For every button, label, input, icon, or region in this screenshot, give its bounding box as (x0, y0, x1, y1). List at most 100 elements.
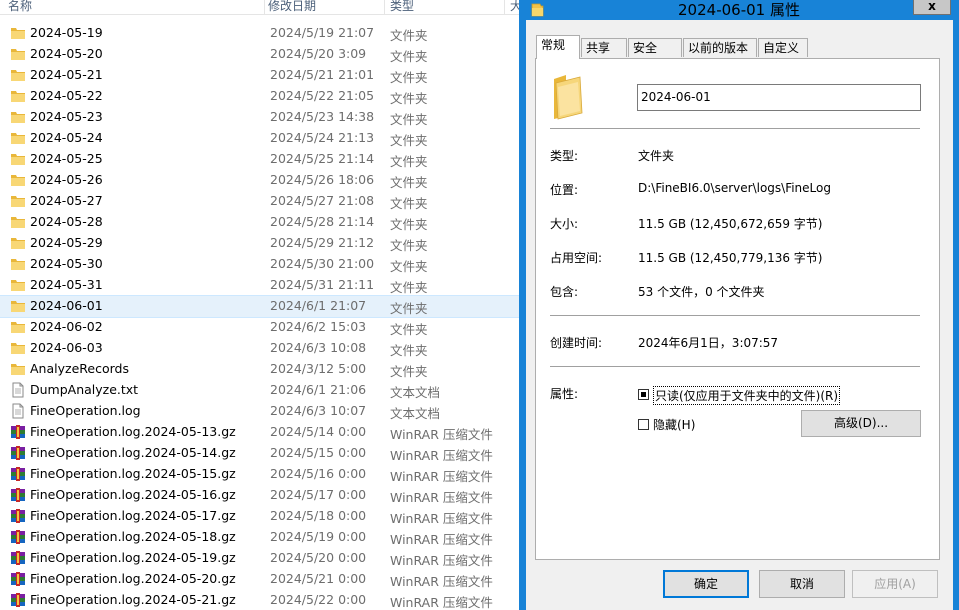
column-name-header[interactable]: 名称 (8, 0, 32, 14)
list-item[interactable]: FineOperation.log.2024-05-14.gz 2024/5/15… (0, 443, 520, 464)
file-type: 文本文档 (390, 385, 441, 400)
created-value: 2024年6月1日，3:07:57 (638, 336, 779, 350)
file-type: WinRAR 压缩文件 (390, 511, 493, 526)
list-item[interactable]: 2024-05-30 2024/5/30 21:00 文件夹 (0, 254, 520, 275)
list-item[interactable]: 2024-05-21 2024/5/21 21:01 文件夹 (0, 65, 520, 86)
list-item[interactable]: 2024-05-26 2024/5/26 18:06 文件夹 (0, 170, 520, 191)
hidden-checkbox[interactable] (638, 419, 649, 430)
file-list: 2024-05-19 2024/5/19 21:07 文件夹 2024-05-20 20… (0, 23, 520, 610)
column-divider[interactable] (504, 0, 505, 14)
column-date-header[interactable]: 修改日期 (268, 0, 316, 14)
list-item[interactable]: 2024-05-27 2024/5/27 21:08 文件夹 (0, 191, 520, 212)
list-item[interactable]: 2024-06-01 2024/6/1 21:07 文件夹 (0, 295, 520, 318)
readonly-checkbox-label[interactable]: 只读(仅应用于文件夹中的文件)(R) (653, 386, 841, 405)
folder-icon (10, 319, 26, 335)
file-type: 文件夹 (390, 133, 428, 148)
general-tab-panel: 2024-06-01 类型: 文件夹 位置: D:\FineBI6.0\serv… (535, 58, 940, 560)
folder-icon (554, 75, 583, 120)
list-item[interactable]: AnalyzeRecords 2024/3/12 5:00 文件夹 (0, 359, 520, 380)
file-date: 2024/6/3 10:08 (270, 340, 367, 355)
file-type: 文件夹 (390, 196, 428, 211)
file-name: 2024-06-01 (30, 298, 103, 313)
column-divider[interactable] (264, 0, 265, 14)
list-item[interactable]: 2024-05-22 2024/5/22 21:05 文件夹 (0, 86, 520, 107)
list-item[interactable]: 2024-05-25 2024/5/25 21:14 文件夹 (0, 149, 520, 170)
file-name: 2024-05-24 (30, 130, 103, 145)
file-type: WinRAR 压缩文件 (390, 574, 493, 589)
list-item[interactable]: 2024-05-28 2024/5/28 21:14 文件夹 (0, 212, 520, 233)
column-type-header[interactable]: 类型 (390, 0, 414, 14)
file-name: FineOperation.log.2024-05-16.gz (30, 487, 236, 502)
file-type: WinRAR 压缩文件 (390, 595, 493, 610)
readonly-checkbox[interactable] (638, 389, 649, 400)
attributes-label: 属性: (550, 387, 579, 401)
list-item[interactable]: FineOperation.log 2024/6/3 10:07 文本文档 (0, 401, 520, 422)
file-type: 文件夹 (390, 322, 428, 337)
file-name: 2024-05-31 (30, 277, 103, 292)
file-name: FineOperation.log.2024-05-14.gz (30, 445, 236, 460)
apply-button[interactable]: 应用(A) (852, 570, 938, 598)
file-date: 2024/5/25 21:14 (270, 151, 375, 166)
file-date: 2024/5/26 18:06 (270, 172, 375, 187)
tab-customize[interactable]: 自定义 (758, 38, 808, 57)
winrar-archive-icon (10, 508, 26, 524)
close-button[interactable]: x (913, 0, 951, 15)
list-item[interactable]: FineOperation.log.2024-05-18.gz 2024/5/19… (0, 527, 520, 548)
ok-button[interactable]: 确定 (663, 570, 749, 598)
file-type: WinRAR 压缩文件 (390, 427, 493, 442)
divider (550, 366, 920, 367)
list-item[interactable]: 2024-06-02 2024/6/2 15:03 文件夹 (0, 317, 520, 338)
file-date: 2024/5/21 21:01 (270, 67, 375, 82)
location-label: 位置: (550, 183, 579, 197)
cancel-button[interactable]: 取消 (759, 570, 845, 598)
tab-security[interactable]: 安全 (628, 38, 682, 57)
folder-icon (10, 172, 26, 188)
file-date: 2024/5/29 21:12 (270, 235, 375, 250)
file-type: 文本文档 (390, 406, 441, 421)
list-item[interactable]: FineOperation.log.2024-05-21.gz 2024/5/22… (0, 590, 520, 610)
file-type: 文件夹 (390, 49, 428, 64)
folder-icon (10, 193, 26, 209)
file-name: FineOperation.log.2024-05-20.gz (30, 571, 236, 586)
file-date: 2024/5/22 0:00 (270, 592, 367, 607)
file-type: WinRAR 压缩文件 (390, 469, 493, 484)
list-item[interactable]: 2024-05-19 2024/5/19 21:07 文件夹 (0, 23, 520, 44)
list-item[interactable]: FineOperation.log.2024-05-13.gz 2024/5/14… (0, 422, 520, 443)
location-value: D:\FineBI6.0\server\logs\FineLog (638, 181, 831, 195)
hidden-checkbox-label[interactable]: 隐藏(H) (653, 416, 695, 433)
tab-sharing[interactable]: 共享 (581, 38, 627, 57)
list-item[interactable]: DumpAnalyze.txt 2024/6/1 21:06 文本文档 (0, 380, 520, 401)
list-item[interactable]: FineOperation.log.2024-05-20.gz 2024/5/21… (0, 569, 520, 590)
file-name: FineOperation.log (30, 403, 141, 418)
file-name: 2024-05-20 (30, 46, 103, 61)
winrar-archive-icon (10, 529, 26, 545)
column-divider[interactable] (384, 0, 385, 14)
tab-previous-versions[interactable]: 以前的版本 (683, 38, 757, 57)
winrar-archive-icon (10, 487, 26, 503)
file-date: 2024/6/2 15:03 (270, 319, 367, 334)
tab-general[interactable]: 常规 (536, 35, 580, 59)
file-date: 2024/6/3 10:07 (270, 403, 367, 418)
list-item[interactable]: 2024-05-29 2024/5/29 21:12 文件夹 (0, 233, 520, 254)
file-date: 2024/5/19 0:00 (270, 529, 367, 544)
list-item[interactable]: FineOperation.log.2024-05-17.gz 2024/5/18… (0, 506, 520, 527)
text-file-icon (10, 382, 26, 398)
file-type: 文件夹 (390, 301, 428, 316)
list-item[interactable]: 2024-05-23 2024/5/23 14:38 文件夹 (0, 107, 520, 128)
folder-name-input[interactable]: 2024-06-01 (637, 84, 921, 111)
list-item[interactable]: 2024-05-24 2024/5/24 21:13 文件夹 (0, 128, 520, 149)
list-item[interactable]: FineOperation.log.2024-05-15.gz 2024/5/16… (0, 464, 520, 485)
file-name: 2024-06-03 (30, 340, 103, 355)
file-name: 2024-05-28 (30, 214, 103, 229)
list-item[interactable]: FineOperation.log.2024-05-16.gz 2024/5/17… (0, 485, 520, 506)
winrar-archive-icon (10, 424, 26, 440)
list-item[interactable]: 2024-05-31 2024/5/31 21:11 文件夹 (0, 275, 520, 296)
folder-icon (10, 298, 26, 314)
list-item[interactable]: 2024-06-03 2024/6/3 10:08 文件夹 (0, 338, 520, 359)
properties-dialog: 2024-06-01 属性 x 常规 共享 安全 以前的版本 自定义 2024-… (519, 0, 959, 610)
title-bar[interactable]: 2024-06-01 属性 x (519, 0, 959, 20)
list-item[interactable]: 2024-05-20 2024/5/20 3:09 文件夹 (0, 44, 520, 65)
advanced-button[interactable]: 高级(D)... (801, 410, 921, 437)
list-item[interactable]: FineOperation.log.2024-05-19.gz 2024/5/20… (0, 548, 520, 569)
file-type: WinRAR 压缩文件 (390, 448, 493, 463)
